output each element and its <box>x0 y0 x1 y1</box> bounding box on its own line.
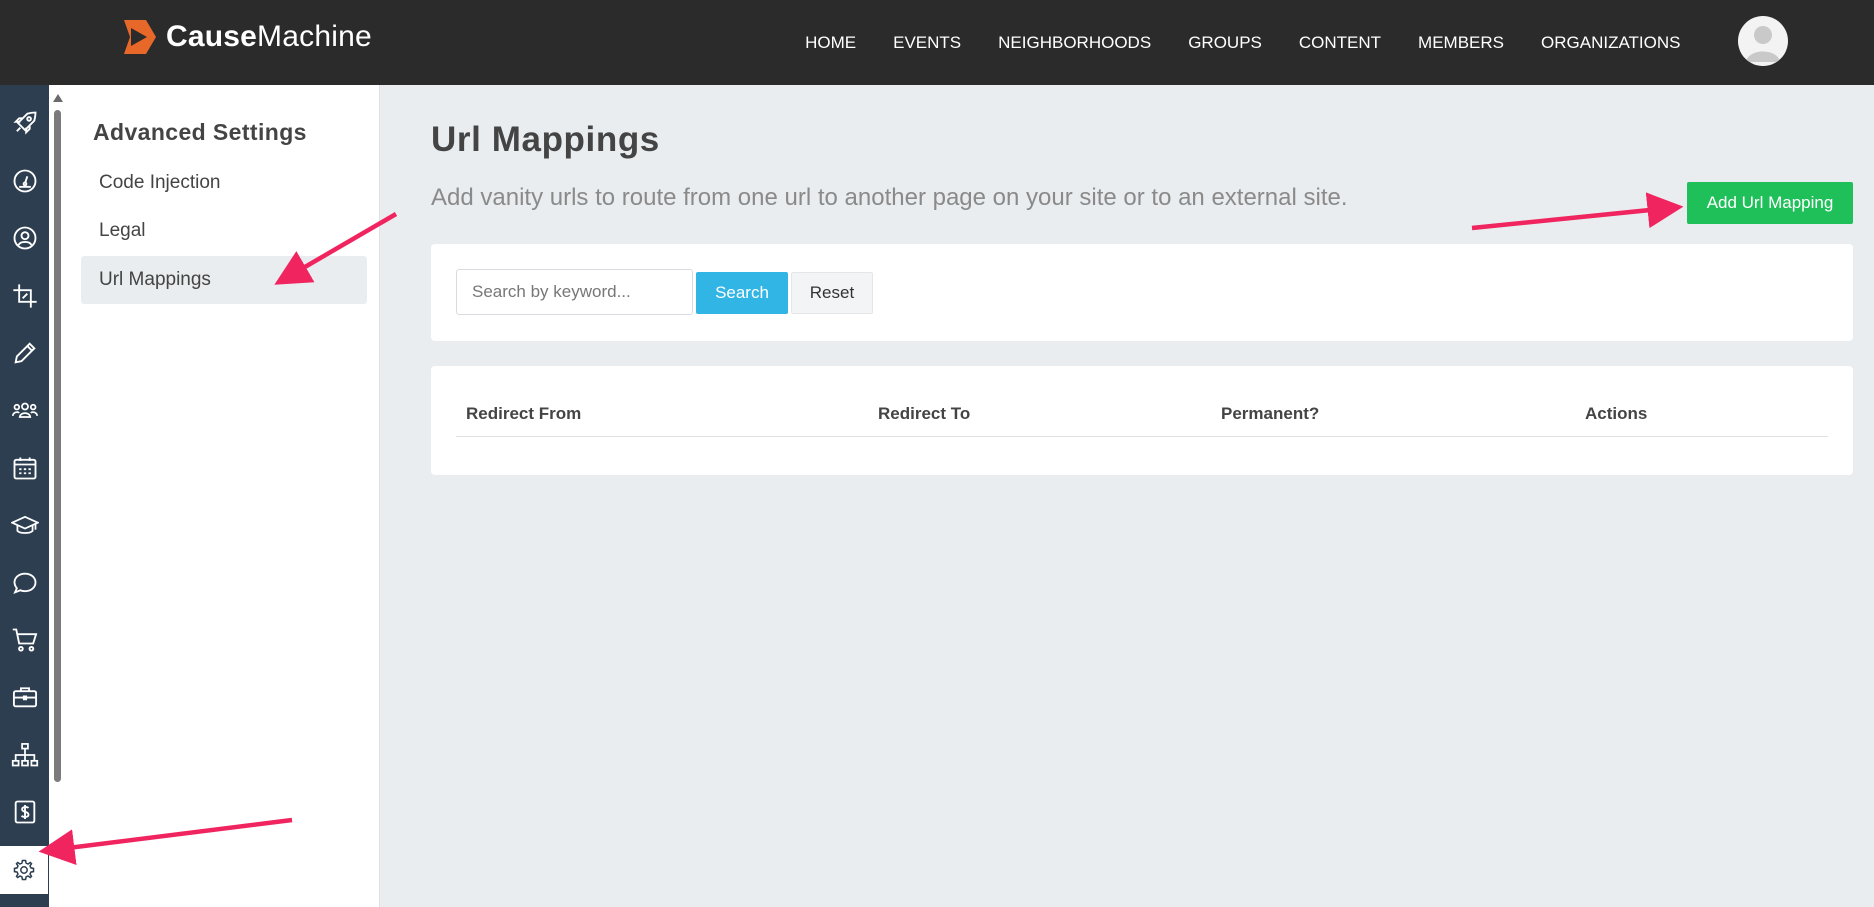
nav-content[interactable]: CONTENT <box>1280 33 1399 53</box>
url-mappings-table: Redirect From Redirect To Permanent? Act… <box>431 366 1853 475</box>
sidebar-item-label: Url Mappings <box>99 269 211 290</box>
sidebar-item-code-injection[interactable]: Code Injection <box>81 159 367 207</box>
nav-groups[interactable]: GROUPS <box>1170 33 1281 53</box>
dollar-icon[interactable] <box>0 788 49 836</box>
arrow-to-add-button <box>1471 192 1684 231</box>
user-circle-icon[interactable] <box>0 214 49 262</box>
nav-home[interactable]: HOME <box>787 33 875 53</box>
search-card: Search Reset <box>431 244 1853 341</box>
scroll-up-arrow-icon[interactable] <box>53 94 63 102</box>
briefcase-icon[interactable] <box>0 673 49 721</box>
gear-icon[interactable] <box>0 846 48 894</box>
settings-sidebar: Advanced Settings Code Injection Legal U… <box>63 85 380 907</box>
icon-rail <box>0 85 49 907</box>
page-description: Add vanity urls to route from one url to… <box>431 184 1348 211</box>
sitemap-icon[interactable] <box>0 731 49 779</box>
rocket-icon[interactable] <box>0 99 49 147</box>
rail-scroll-thumb[interactable] <box>54 110 61 782</box>
reset-button[interactable]: Reset <box>791 272 873 314</box>
pencil-icon[interactable] <box>0 329 49 377</box>
nav-members[interactable]: MEMBERS <box>1400 33 1523 53</box>
sidebar-item-label: Code Injection <box>99 172 221 193</box>
user-avatar[interactable] <box>1738 16 1788 66</box>
dashboard-icon[interactable] <box>0 157 49 205</box>
page-title: Url Mappings <box>431 120 660 159</box>
crop-icon[interactable] <box>0 272 49 320</box>
calendar-icon[interactable] <box>0 444 49 492</box>
sidebar-title: Advanced Settings <box>93 119 307 145</box>
nav-events[interactable]: EVENTS <box>875 33 980 53</box>
nav-neighborhoods[interactable]: NEIGHBORHOODS <box>980 33 1170 53</box>
column-header-redirect-from[interactable]: Redirect From <box>466 404 581 424</box>
nav-organizations[interactable]: ORGANIZATIONS <box>1523 33 1699 53</box>
sidebar-item-legal[interactable]: Legal <box>81 207 367 255</box>
column-header-redirect-to[interactable]: Redirect To <box>878 404 970 424</box>
column-header-actions[interactable]: Actions <box>1585 404 1647 424</box>
sidebar-item-url-mappings[interactable]: Url Mappings <box>81 256 367 304</box>
search-input[interactable] <box>456 269 693 315</box>
top-navbar: CauseMachine HOME EVENTS NEIGHBORHOODS G… <box>0 0 1874 85</box>
sidebar-item-label: Legal <box>99 220 146 241</box>
table-header-divider <box>456 436 1828 437</box>
logo[interactable]: CauseMachine <box>116 16 372 58</box>
logo-text: CauseMachine <box>166 20 372 53</box>
add-url-mapping-button[interactable]: Add Url Mapping <box>1687 182 1853 224</box>
user-silhouette-icon <box>1746 26 1780 62</box>
search-button[interactable]: Search <box>696 272 788 314</box>
cart-icon[interactable] <box>0 616 49 664</box>
main-nav: HOME EVENTS NEIGHBORHOODS GROUPS CONTENT… <box>787 0 1699 85</box>
column-header-permanent[interactable]: Permanent? <box>1221 404 1319 424</box>
chat-icon[interactable] <box>0 559 49 607</box>
graduation-cap-icon[interactable] <box>0 501 49 549</box>
users-icon[interactable] <box>0 386 49 434</box>
logo-play-icon <box>124 20 156 54</box>
